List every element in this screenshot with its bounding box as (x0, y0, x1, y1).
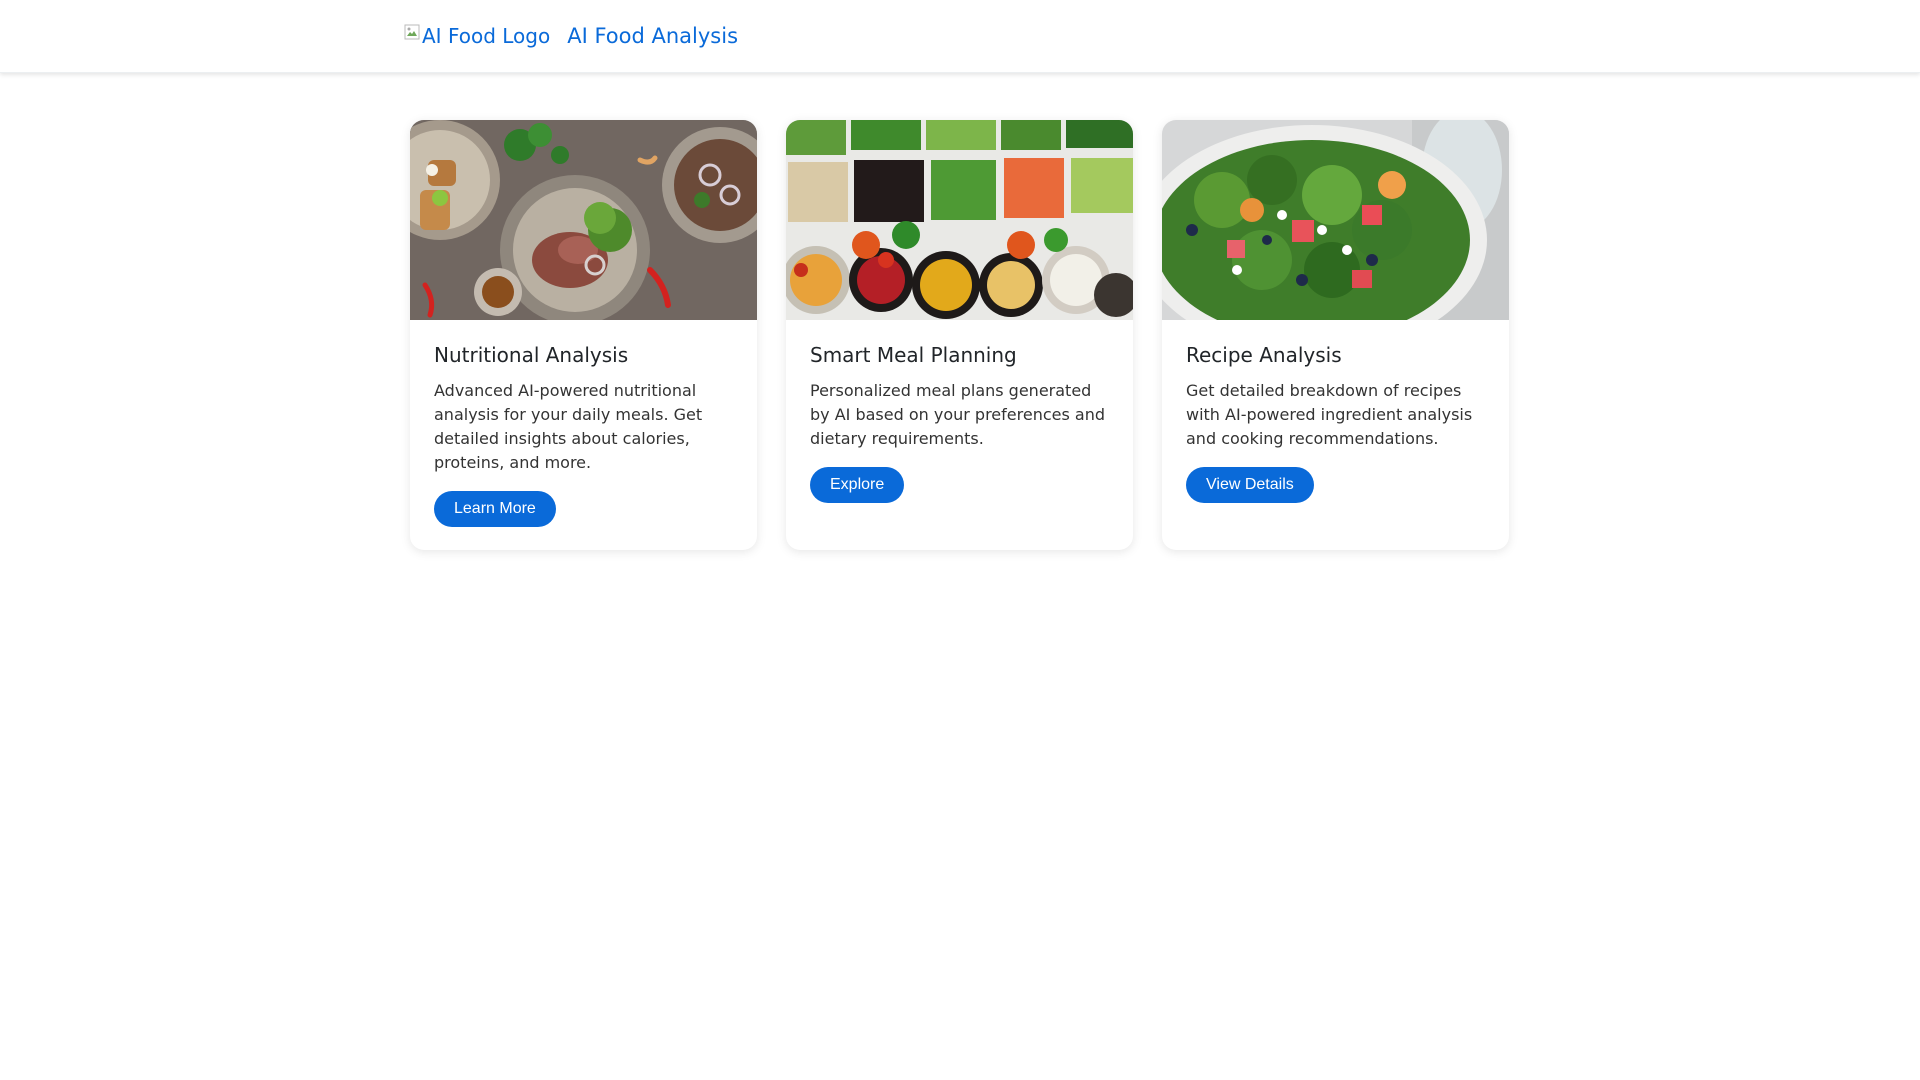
site-title[interactable]: AI Food Analysis (567, 24, 738, 48)
view-details-button[interactable]: View Details (1186, 467, 1314, 503)
card-body: Nutritional Analysis Advanced AI-powered… (410, 320, 757, 550)
top-navbar: AI Food Logo AI Food Analysis (0, 0, 1920, 73)
learn-more-button[interactable]: Learn More (434, 491, 556, 527)
card-body: Recipe Analysis Get detailed breakdown o… (1162, 320, 1509, 527)
brand-link[interactable]: AI Food Logo AI Food Analysis (404, 22, 738, 50)
card-body: Smart Meal Planning Personalized meal pl… (786, 320, 1133, 527)
vegetable-bowls-photo (786, 120, 1133, 320)
salad-bowl-photo (1162, 120, 1509, 320)
card-title: Smart Meal Planning (810, 343, 1017, 367)
card-title: Recipe Analysis (1186, 343, 1342, 367)
feature-cards: Nutritional Analysis Advanced AI-powered… (410, 120, 1509, 550)
card-description: Personalized meal plans generated by AI … (810, 381, 1105, 448)
logo-alt-text: AI Food Logo (422, 24, 551, 48)
card-recipe-analysis: Recipe Analysis Get detailed breakdown o… (1162, 120, 1509, 550)
logo-image-broken[interactable]: AI Food Logo (404, 22, 550, 50)
broken-image-icon (404, 24, 420, 40)
plated-dishes-photo (410, 120, 757, 320)
card-title: Nutritional Analysis (434, 343, 629, 367)
card-description: Get detailed breakdown of recipes with A… (1186, 381, 1473, 448)
explore-button[interactable]: Explore (810, 467, 905, 503)
card-description: Advanced AI-powered nutritional analysis… (434, 381, 703, 472)
card-smart-meal-planning: Smart Meal Planning Personalized meal pl… (786, 120, 1133, 550)
card-nutritional-analysis: Nutritional Analysis Advanced AI-powered… (410, 120, 757, 550)
